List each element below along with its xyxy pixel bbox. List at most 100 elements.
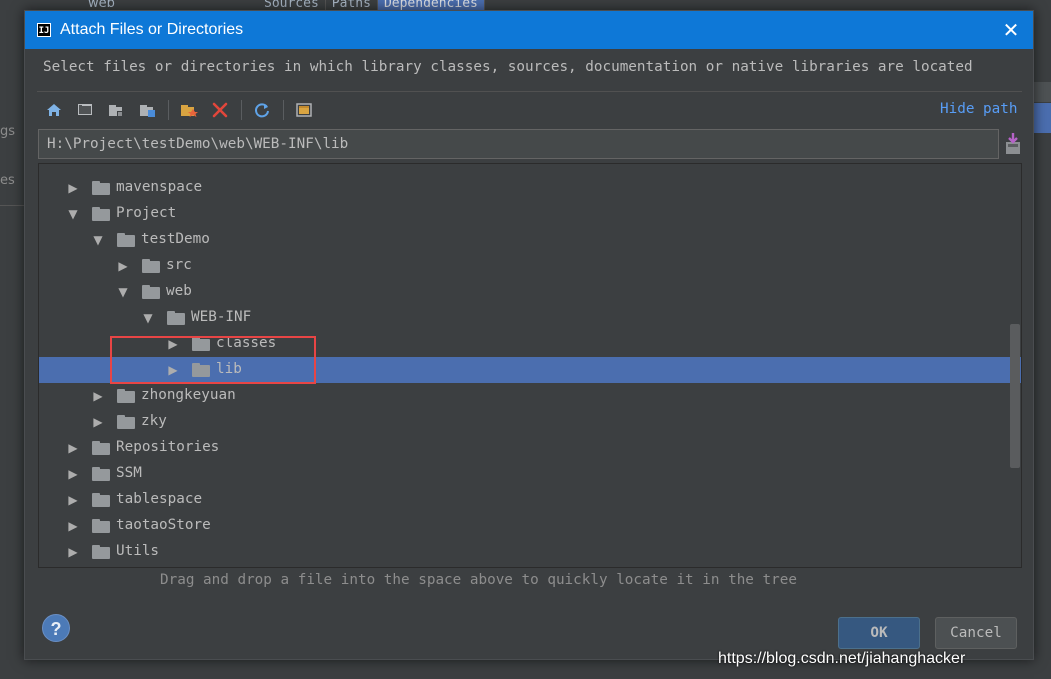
- path-input[interactable]: [38, 129, 999, 159]
- bg-tab-dependencies[interactable]: Dependencies: [377, 0, 485, 10]
- bg-left-fragment: gs: [0, 124, 16, 139]
- expand-arrow-icon[interactable]: ▶: [91, 415, 105, 429]
- expand-arrow-icon[interactable]: ▶: [166, 363, 180, 377]
- expand-arrow-icon[interactable]: ▶: [166, 337, 180, 351]
- tree-row-src[interactable]: ▶ src: [39, 253, 1021, 279]
- folder-icon: [92, 207, 110, 221]
- tree-row-classes[interactable]: ▶ classes: [39, 331, 1021, 357]
- tree-row-project[interactable]: ▼ Project: [39, 201, 1021, 227]
- home-icon: [47, 104, 61, 116]
- divider: [37, 91, 1022, 92]
- delete-icon: [212, 102, 228, 118]
- module-folder-icon: [140, 105, 155, 117]
- new-folder-button[interactable]: [176, 97, 202, 123]
- expand-arrow-icon[interactable]: ▶: [66, 181, 80, 195]
- folder-icon: [117, 415, 135, 429]
- bg-left-fragment: es: [0, 173, 15, 188]
- help-button[interactable]: ?: [42, 614, 70, 642]
- watermark: https://blog.csdn.net/jiahanghacker: [718, 650, 966, 667]
- file-chooser-toolbar: [41, 97, 322, 123]
- bg-module-tabs: Sources Paths Dependencies: [258, 0, 485, 10]
- collapse-arrow-icon[interactable]: ▼: [91, 233, 105, 247]
- folder-icon: [92, 441, 110, 455]
- tree-row-ssm[interactable]: ▶ SSM: [39, 461, 1021, 487]
- tree-row-label: Repositories: [116, 439, 220, 455]
- file-tree[interactable]: ▶ mavenspace ▼ Project ▼ testDemo ▶ src ▼ web ▼ WEB…: [38, 163, 1022, 568]
- folder-icon: [142, 285, 160, 299]
- module-folder-button[interactable]: [134, 97, 160, 123]
- home-button[interactable]: [41, 97, 67, 123]
- ok-button[interactable]: OK: [838, 617, 920, 649]
- expand-arrow-icon[interactable]: ▶: [66, 545, 80, 559]
- tree-row-label: taotaoStore: [116, 517, 211, 533]
- folder-icon: [142, 259, 160, 273]
- expand-arrow-icon[interactable]: ▶: [91, 389, 105, 403]
- project-folder-button[interactable]: [103, 97, 129, 123]
- tree-row-label: Project: [116, 205, 177, 221]
- intellij-app-icon: IJ: [37, 23, 51, 37]
- tree-row-label: zky: [141, 413, 167, 429]
- refresh-button[interactable]: [249, 97, 275, 123]
- bg-right-header: [1034, 82, 1051, 102]
- refresh-icon: [255, 103, 269, 118]
- tree-row-tablespace[interactable]: ▶ tablespace: [39, 487, 1021, 513]
- toolbar-separator: [241, 100, 242, 120]
- folder-icon: [92, 519, 110, 533]
- cancel-button[interactable]: Cancel: [935, 617, 1017, 649]
- folder-icon: [192, 337, 210, 351]
- collapse-arrow-icon[interactable]: ▼: [141, 311, 155, 325]
- new-folder-icon: [181, 105, 198, 117]
- tree-row-label: SSM: [116, 465, 142, 481]
- tree-row-testdemo[interactable]: ▼ testDemo: [39, 227, 1021, 253]
- folder-icon: [92, 181, 110, 195]
- dialog-titlebar[interactable]: IJ Attach Files or Directories ✕: [25, 11, 1033, 49]
- bg-divider: [0, 205, 24, 206]
- attach-files-dialog: IJ Attach Files or Directories ✕ Select …: [24, 10, 1034, 660]
- path-history-button[interactable]: [1003, 132, 1023, 156]
- tree-row-zhongkeyuan[interactable]: ▶ zhongkeyuan: [39, 383, 1021, 409]
- tree-row-repositories[interactable]: ▶ Repositories: [39, 435, 1021, 461]
- tree-scrollbar-thumb[interactable]: [1010, 324, 1020, 468]
- tree-row-taotaostore[interactable]: ▶ taotaoStore: [39, 513, 1021, 539]
- collapse-arrow-icon[interactable]: ▼: [116, 285, 130, 299]
- collapse-arrow-icon[interactable]: ▼: [66, 207, 80, 221]
- expand-arrow-icon[interactable]: ▶: [66, 493, 80, 507]
- tree-row-label: WEB-INF: [191, 309, 252, 325]
- folder-icon: [117, 233, 135, 247]
- tree-row-lib[interactable]: ▶ lib: [39, 357, 1021, 383]
- tree-row-label: Utils: [116, 543, 160, 559]
- folder-icon: [92, 467, 110, 481]
- toolbar-separator: [168, 100, 169, 120]
- project-folder-icon: [109, 105, 123, 117]
- expand-arrow-icon[interactable]: ▶: [116, 259, 130, 273]
- show-hidden-icon: [296, 103, 312, 117]
- folder-icon: [92, 493, 110, 507]
- bg-tab-sources[interactable]: Sources: [258, 0, 326, 10]
- hide-path-link[interactable]: Hide path: [940, 101, 1017, 117]
- tree-row-label: lib: [216, 361, 242, 377]
- tree-row-mavenspace[interactable]: ▶ mavenspace: [39, 175, 1021, 201]
- expand-arrow-icon[interactable]: ▶: [66, 467, 80, 481]
- drag-drop-hint: Drag and drop a file into the space abov…: [160, 572, 797, 588]
- tree-row-web[interactable]: ▼ web: [39, 279, 1021, 305]
- bg-project-node[interactable]: web: [88, 0, 115, 10]
- expand-arrow-icon[interactable]: ▶: [66, 441, 80, 455]
- folder-icon: [167, 311, 185, 325]
- desktop-button[interactable]: [72, 97, 98, 123]
- delete-button[interactable]: [207, 97, 233, 123]
- show-hidden-button[interactable]: [291, 97, 317, 123]
- tree-row-utils[interactable]: ▶ Utils: [39, 539, 1021, 565]
- tree-row-label: web: [166, 283, 192, 299]
- dialog-title: Attach Files or Directories: [60, 21, 244, 38]
- toolbar-separator: [283, 100, 284, 120]
- download-icon: [1006, 133, 1020, 154]
- tree-row-label: testDemo: [141, 231, 210, 247]
- tree-row-web-inf[interactable]: ▼ WEB-INF: [39, 305, 1021, 331]
- dialog-description: Select files or directories in which lib…: [43, 59, 973, 75]
- tree-row-xinbo[interactable]: ▶xinbo: [39, 565, 1021, 567]
- ide-topbar: [0, 0, 1051, 10]
- close-button[interactable]: ✕: [999, 18, 1023, 42]
- tree-row-zky[interactable]: ▶ zky: [39, 409, 1021, 435]
- expand-arrow-icon[interactable]: ▶: [66, 519, 80, 533]
- bg-tab-paths[interactable]: Paths: [326, 0, 378, 10]
